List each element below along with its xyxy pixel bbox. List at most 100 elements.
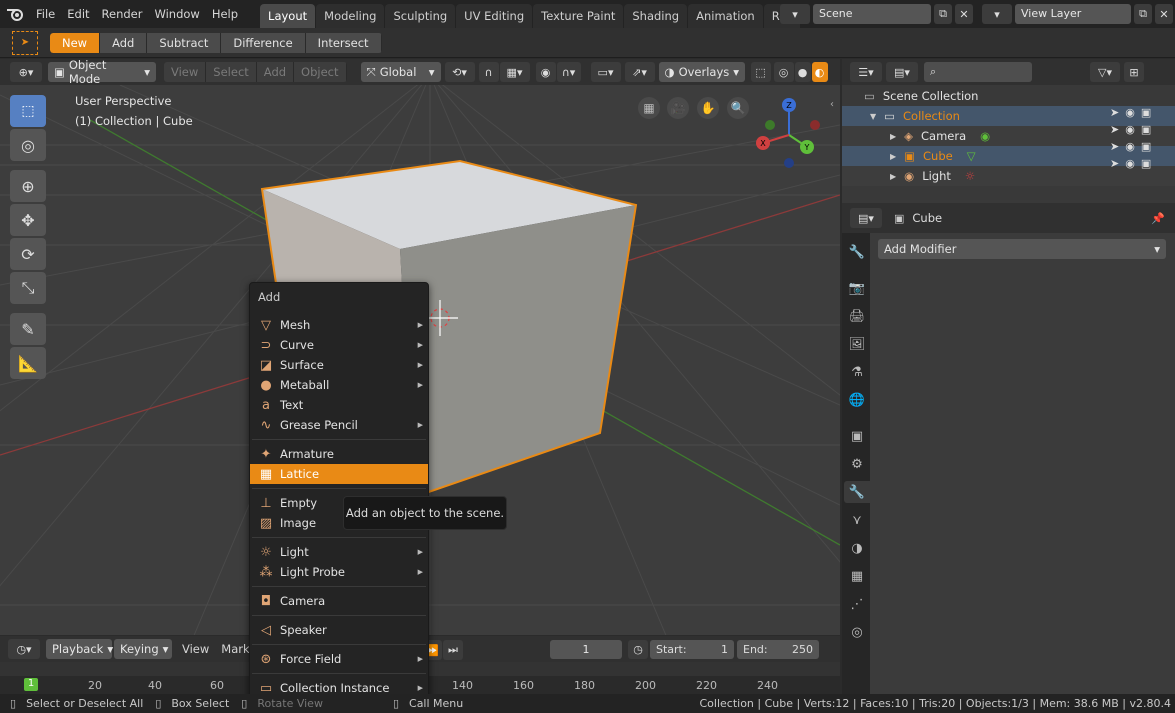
menu-item-curve[interactable]: ⊃ Curve ▶ xyxy=(250,335,428,355)
tab-texture-paint[interactable]: Texture Paint xyxy=(533,4,624,28)
editor-type-icon[interactable]: ⊕▾ xyxy=(10,62,42,82)
end-frame-field[interactable]: End: 250 xyxy=(737,640,819,659)
menu-item-lattice[interactable]: ▦ Lattice xyxy=(250,464,428,484)
menu-item-camera[interactable]: ◘ Camera xyxy=(250,591,428,611)
filter-icon[interactable]: ▽▾ xyxy=(1090,62,1120,82)
visibility-eye-icon[interactable]: ◉ xyxy=(1125,123,1135,136)
navigation-gizmo[interactable]: X Y Z xyxy=(750,95,830,175)
current-frame-field[interactable]: 1 xyxy=(550,640,622,659)
cursor-tool-icon[interactable]: ◎ xyxy=(10,129,46,161)
pan-hand-icon[interactable]: ✋ xyxy=(697,97,719,119)
tab-animation[interactable]: Animation xyxy=(688,4,763,28)
start-frame-field[interactable]: Start: 1 xyxy=(650,640,734,659)
menu-help[interactable]: Help xyxy=(206,7,244,21)
tab-uv-editing[interactable]: UV Editing xyxy=(456,4,533,28)
menu-item-mesh[interactable]: ▽ Mesh ▶ xyxy=(250,315,428,335)
annotate-tool-icon[interactable]: ✎ xyxy=(10,313,46,345)
view-menu[interactable]: View xyxy=(164,62,207,82)
selectable-icon[interactable]: ➤ xyxy=(1110,106,1119,119)
pin-icon[interactable]: 📌 xyxy=(1151,212,1165,225)
view-layer-field[interactable]: View Layer xyxy=(1015,4,1131,24)
mode-new-button[interactable]: New xyxy=(50,32,101,53)
select-menu[interactable]: Select xyxy=(206,62,257,82)
menu-item-text[interactable]: a Text xyxy=(250,395,428,415)
world-tab-icon[interactable]: 🌐 xyxy=(846,389,868,411)
add-menu[interactable]: Add xyxy=(256,62,295,82)
falloff-icon[interactable]: ∩▾ xyxy=(556,62,581,82)
tab-sculpting[interactable]: Sculpting xyxy=(385,4,456,28)
menu-item-surface[interactable]: ◪ Surface ▶ xyxy=(250,355,428,375)
render-camera-icon[interactable]: ▣ xyxy=(1141,106,1151,119)
move-tool-icon[interactable]: ⊕ xyxy=(10,170,46,202)
render-camera-icon[interactable]: ▣ xyxy=(1141,157,1151,170)
close-view-layer-icon[interactable]: ✕ xyxy=(1155,4,1173,24)
outliner-search-input[interactable]: ⌕ xyxy=(924,62,1032,82)
scene-selector-icon[interactable]: ▾ xyxy=(780,4,810,24)
physics-tab-icon[interactable]: ◑ xyxy=(846,537,868,559)
measure-tool-icon[interactable]: 📐 xyxy=(10,347,46,379)
menu-item-metaball[interactable]: ● Metaball ▶ xyxy=(250,375,428,395)
xray-icon[interactable]: ⬚ xyxy=(750,62,771,82)
preview-range-icon[interactable]: ◷ xyxy=(628,640,648,659)
overlays-dropdown[interactable]: ◑ Overlays ▾ xyxy=(658,62,745,82)
tool-tab-icon[interactable]: 🔧 xyxy=(846,241,868,263)
view-layer-tab-icon[interactable]: 🖼 xyxy=(846,333,868,355)
select-box-tool-icon[interactable]: ➤ xyxy=(12,30,38,55)
timeline-view-menu[interactable]: View xyxy=(176,642,215,656)
properties-editor-type-icon[interactable]: ▤▾ xyxy=(850,208,882,228)
menu-window[interactable]: Window xyxy=(148,7,205,21)
select-tool-icon[interactable]: ⬚ xyxy=(10,95,46,127)
transform-tool-icon[interactable]: ✥ xyxy=(10,204,46,236)
render-tab-icon[interactable]: 📷 xyxy=(846,277,868,299)
constraints-tab-icon[interactable]: ⚙ xyxy=(846,453,868,475)
snap-target-icon[interactable]: ▦▾ xyxy=(499,62,530,82)
shading-material-icon[interactable]: ◐ xyxy=(811,62,828,82)
texture-tab-icon[interactable]: ▦ xyxy=(846,565,868,587)
particles-tab-icon[interactable]: ⋎ xyxy=(846,509,868,531)
new-collection-icon[interactable]: ⊞ xyxy=(1124,62,1144,82)
blender-logo-icon[interactable] xyxy=(0,0,30,28)
jump-end-icon[interactable]: ⏭ xyxy=(443,640,463,660)
menu-edit[interactable]: Edit xyxy=(61,7,95,21)
menu-item-speaker[interactable]: ◁ Speaker xyxy=(250,620,428,640)
playback-dropdown[interactable]: Playback ▾ xyxy=(46,639,113,659)
display-mode-icon[interactable]: ▤▾ xyxy=(886,62,918,82)
object-menu[interactable]: Object xyxy=(294,62,347,82)
render-camera-icon[interactable]: ▣ xyxy=(1141,140,1151,153)
modifier-wrench-tab-icon[interactable]: 🔧 xyxy=(844,481,870,503)
zoom-icon[interactable]: 🔍 xyxy=(727,97,749,119)
menu-item-grease-pencil[interactable]: ∿ Grease Pencil ▶ xyxy=(250,415,428,435)
rotate-tool-icon[interactable]: ⟳ xyxy=(10,238,46,270)
object-tab-icon[interactable]: ▣ xyxy=(846,425,868,447)
gizmos-icon[interactable]: ⇗▾ xyxy=(624,62,655,82)
tab-shading[interactable]: Shading xyxy=(624,4,688,28)
menu-item-force-field[interactable]: ⊛ Force Field ▶ xyxy=(250,649,428,669)
sidebar-toggle-icon[interactable]: ‹ xyxy=(830,99,834,110)
selectable-icon[interactable]: ➤ xyxy=(1110,157,1119,170)
render-camera-icon[interactable]: ▣ xyxy=(1141,123,1151,136)
snap-icon[interactable]: ∩ xyxy=(478,62,499,82)
camera-view-icon[interactable]: 🎥 xyxy=(667,97,689,119)
current-frame-indicator[interactable]: 1 xyxy=(24,678,38,691)
shading-wireframe-icon[interactable]: ◎ xyxy=(773,62,794,82)
copy-scene-icon[interactable]: ⧉ xyxy=(934,4,952,24)
tab-modeling[interactable]: Modeling xyxy=(316,4,385,28)
scene-tab-icon[interactable]: ⚗ xyxy=(846,361,868,383)
scene-field[interactable]: Scene xyxy=(813,4,931,24)
menu-render[interactable]: Render xyxy=(96,7,149,21)
selectable-icon[interactable]: ➤ xyxy=(1110,140,1119,153)
selectable-icon[interactable]: ➤ xyxy=(1110,123,1119,136)
mode-intersect-button[interactable]: Intersect xyxy=(305,32,382,53)
add-modifier-dropdown[interactable]: Add Modifier ▾ xyxy=(878,239,1166,259)
menu-file[interactable]: File xyxy=(30,7,61,21)
menu-item-light-probe[interactable]: ⁂ Light Probe ▶ xyxy=(250,562,428,582)
mode-add-button[interactable]: Add xyxy=(100,32,148,53)
menu-item-armature[interactable]: ✦ Armature xyxy=(250,444,428,464)
timeline-editor-type-icon[interactable]: ◷▾ xyxy=(8,639,40,659)
object-mode-dropdown[interactable]: ▣ Object Mode ▾ xyxy=(48,58,156,86)
material-tab-icon[interactable]: ◎ xyxy=(846,621,868,643)
mode-difference-button[interactable]: Difference xyxy=(221,32,306,53)
view-object-types-icon[interactable]: ▭▾ xyxy=(590,62,621,82)
data-tab-icon[interactable]: ⋰ xyxy=(846,593,868,615)
perspective-toggle-icon[interactable]: ▦ xyxy=(638,97,660,119)
